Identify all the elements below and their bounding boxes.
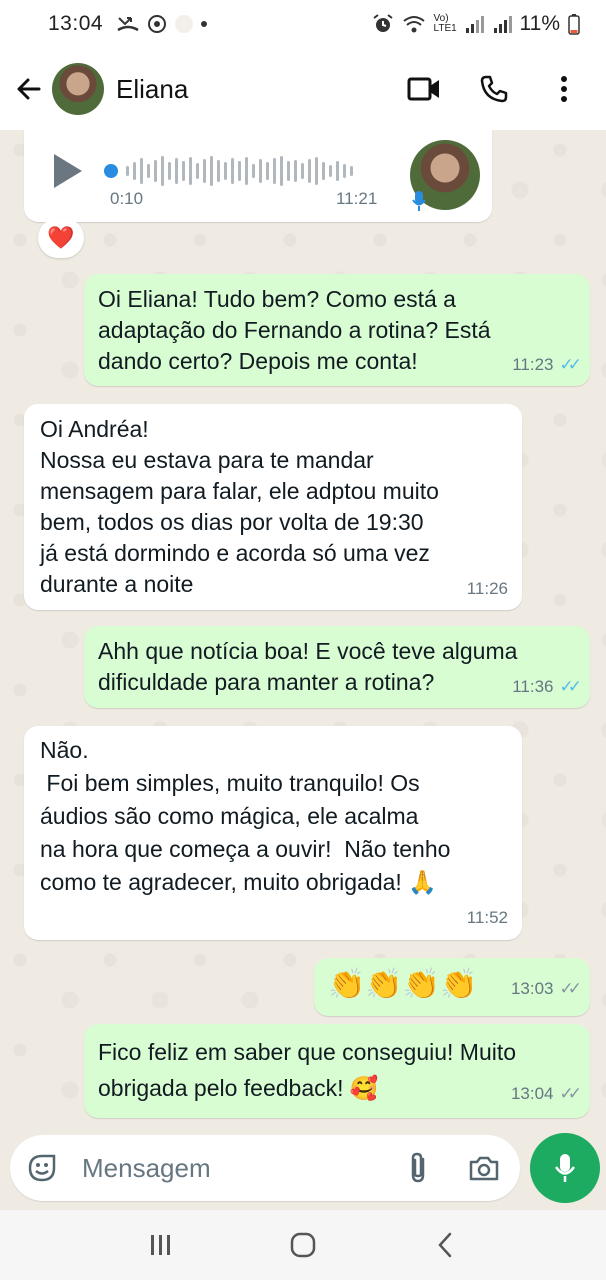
- play-icon[interactable]: [54, 154, 82, 188]
- back-nav-button[interactable]: [425, 1225, 465, 1265]
- voice-message-bubble[interactable]: 0:10 11:21: [24, 130, 492, 222]
- message-text: Oi Eliana! Tudo bem? Como está a adaptaç…: [98, 286, 491, 374]
- contact-avatar[interactable]: [52, 63, 104, 115]
- status-circle-icon: [175, 15, 194, 33]
- attach-button[interactable]: [396, 1146, 440, 1190]
- home-icon: [290, 1232, 316, 1258]
- alarm-icon: [372, 14, 393, 32]
- heart-reaction-icon[interactable]: ❤️: [38, 218, 84, 258]
- read-ticks-icon: ✓✓: [559, 355, 582, 374]
- status-system-icons: Vo) LTE1 11%: [372, 12, 580, 36]
- home-button[interactable]: [283, 1225, 323, 1265]
- read-ticks-icon: ✓✓: [559, 677, 582, 696]
- recent-apps-button[interactable]: [141, 1225, 181, 1265]
- message-text: Oi Andréa! Nossa eu estava para te manda…: [40, 416, 439, 597]
- message-meta: 11:23 ✓✓: [512, 349, 582, 380]
- network-label: Vo) LTE1: [433, 13, 457, 34]
- video-call-button[interactable]: [400, 65, 448, 113]
- voice-mic-icon: [412, 191, 426, 211]
- message-bubble-incoming[interactable]: Oi Andréa! Nossa eu estava para te manda…: [24, 404, 522, 610]
- more-vert-icon: [561, 76, 567, 102]
- delivered-ticks-icon: ✓✓: [559, 979, 582, 998]
- voice-duration: 0:10: [110, 189, 144, 208]
- message-text: Não. Foi bem simples, muito tranquilo! O…: [40, 737, 451, 895]
- battery-icon: [568, 14, 580, 35]
- battery-percent: 11%: [519, 12, 560, 35]
- voice-record-button[interactable]: [530, 1133, 600, 1203]
- message-time: 11:52: [466, 908, 508, 927]
- message-time: 11:36: [512, 677, 554, 696]
- more-notifications-dot-icon: [201, 21, 208, 27]
- chevron-left-icon: [438, 1232, 452, 1258]
- message-input-bar: Mensagem: [10, 1135, 520, 1201]
- message-meta: 11:36 ✓✓: [512, 671, 582, 702]
- message-time: 11:26: [466, 579, 508, 598]
- message-bubble-incoming[interactable]: Não. Foi bem simples, muito tranquilo! O…: [24, 726, 522, 940]
- signal-icon-2: [493, 16, 512, 33]
- recent-apps-icon: [151, 1235, 170, 1255]
- back-arrow-icon: [17, 78, 41, 100]
- signal-icon: [465, 16, 484, 33]
- message-meta: 13:03 ✓✓: [510, 968, 582, 1010]
- message-bubble-outgoing[interactable]: Oi Eliana! Tudo bem? Como está a adaptaç…: [84, 274, 590, 386]
- mic-icon: [554, 1154, 576, 1182]
- whatsapp-status-icon: [148, 15, 167, 33]
- back-button[interactable]: [6, 66, 52, 112]
- message-time: 13:03: [510, 979, 554, 998]
- message-bubble-outgoing[interactable]: Fico feliz em saber que conseguiu! Muito…: [84, 1024, 590, 1118]
- message-meta: 11:26: [467, 573, 508, 604]
- paperclip-icon: [411, 1152, 425, 1183]
- voice-time: 11:21: [336, 189, 378, 208]
- system-nav-bar: [0, 1210, 606, 1280]
- message-text: Ahh que notícia boa! E você teve alguma …: [98, 638, 518, 695]
- status-bar: 13:04 Vo) LTE1 11%: [0, 0, 606, 48]
- contact-name[interactable]: Eliana: [116, 74, 188, 105]
- status-time: 13:04: [48, 12, 104, 35]
- missed-call-icon: [117, 17, 139, 32]
- message-input[interactable]: Mensagem: [82, 1153, 396, 1184]
- delivered-ticks-icon: ✓✓: [559, 1084, 582, 1103]
- message-bubble-outgoing[interactable]: Ahh que notícia boa! E você teve alguma …: [84, 626, 590, 708]
- emoji-button[interactable]: [22, 1148, 62, 1188]
- camera-icon: [469, 1156, 499, 1181]
- audio-progress-knob[interactable]: [104, 164, 118, 178]
- message-meta: 13:04 ✓✓: [510, 1076, 582, 1112]
- video-call-icon: [407, 77, 439, 101]
- voice-call-button[interactable]: [470, 65, 518, 113]
- phone-icon: [480, 75, 508, 103]
- emoji-sticker-icon: [28, 1154, 56, 1182]
- wifi-icon: [402, 16, 425, 33]
- message-time: 13:04: [510, 1084, 554, 1103]
- message-meta: 11:52: [467, 901, 508, 934]
- camera-button[interactable]: [462, 1146, 506, 1190]
- more-options-button[interactable]: [540, 65, 588, 113]
- chat-header: Eliana: [0, 48, 606, 130]
- message-time: 11:23: [512, 355, 554, 374]
- message-text: Fico feliz em saber que conseguiu! Muito…: [98, 1039, 517, 1101]
- message-bubble-outgoing[interactable]: 👏👏👏👏 13:03 ✓✓: [314, 958, 590, 1016]
- status-notification-icons: [117, 14, 208, 34]
- header-actions: [400, 65, 588, 113]
